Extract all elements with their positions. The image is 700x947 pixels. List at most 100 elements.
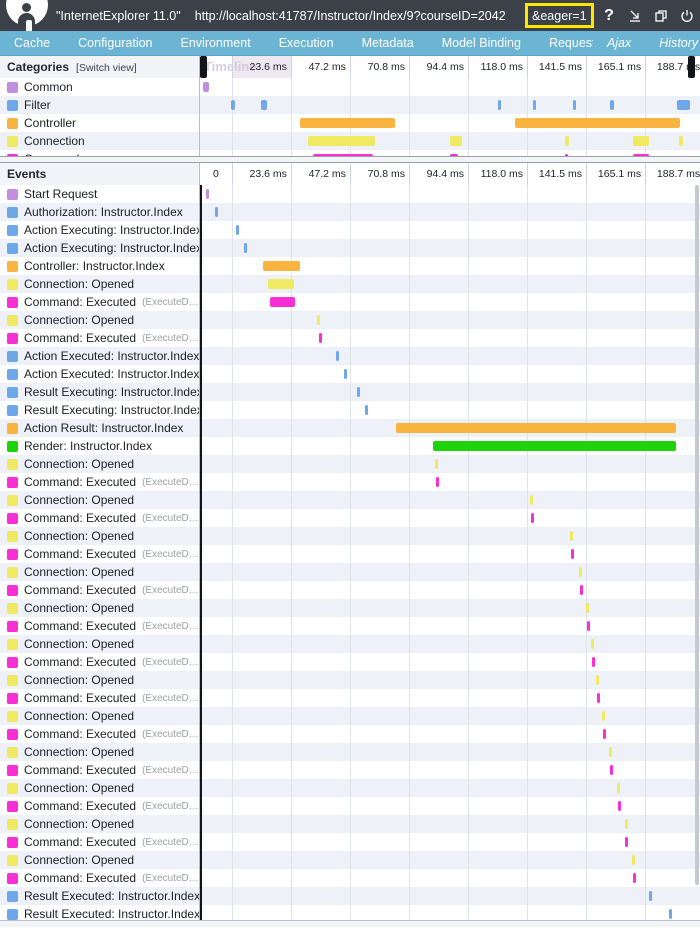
events-scroll-thumb[interactable] <box>695 185 699 885</box>
power-button[interactable] <box>674 9 700 23</box>
event-row[interactable]: Start Request <box>0 185 700 203</box>
event-row[interactable]: Connection: Opened <box>0 851 700 869</box>
event-row[interactable]: Command: Executed (ExecuteDbDat... <box>0 797 700 815</box>
event-bar[interactable] <box>318 333 322 343</box>
event-bar[interactable] <box>316 315 320 325</box>
event-bar[interactable] <box>570 549 574 559</box>
event-bar[interactable] <box>269 297 296 307</box>
event-bar[interactable] <box>596 675 600 685</box>
restore-button[interactable] <box>648 9 674 23</box>
event-bar[interactable] <box>625 837 629 847</box>
event-row[interactable]: Action Executed: Instructor.Index <box>0 365 700 383</box>
event-bar[interactable] <box>236 225 240 235</box>
event-timeline-lane[interactable] <box>200 221 700 239</box>
event-timeline-lane[interactable] <box>200 617 700 635</box>
event-bar[interactable] <box>587 621 591 631</box>
category-bar[interactable] <box>632 136 649 146</box>
event-bar[interactable] <box>569 531 573 541</box>
event-timeline-lane[interactable] <box>200 311 700 329</box>
event-timeline-lane[interactable] <box>200 545 700 563</box>
event-row[interactable]: Command: Executed (ExecuteDbDat... <box>0 329 700 347</box>
event-bar[interactable] <box>624 819 628 829</box>
event-timeline-lane[interactable] <box>200 257 700 275</box>
switch-view-link[interactable]: [Switch view] <box>76 57 137 79</box>
event-bar[interactable] <box>592 657 596 667</box>
event-bar[interactable] <box>214 207 218 217</box>
category-timeline-lane[interactable] <box>200 78 700 96</box>
event-bar[interactable] <box>601 711 605 721</box>
event-row[interactable]: Action Executed: Instructor.Index <box>0 347 700 365</box>
event-bar[interactable] <box>530 495 534 505</box>
event-timeline-lane[interactable] <box>200 779 700 797</box>
event-timeline-lane[interactable] <box>200 473 700 491</box>
event-row[interactable]: Connection: Opened <box>0 635 700 653</box>
tab-bar[interactable]: Cache Configuration Environment Execution Me… <box>0 31 700 56</box>
event-bar[interactable] <box>632 855 636 865</box>
tab-history[interactable]: History <box>645 31 700 55</box>
timeline-right-handle[interactable] <box>688 56 695 78</box>
event-bar[interactable] <box>344 369 348 379</box>
event-timeline-lane[interactable] <box>200 599 700 617</box>
event-row[interactable]: Connection: Opened <box>0 815 700 833</box>
event-row[interactable]: Connection: Opened <box>0 563 700 581</box>
event-row[interactable]: Connection: Opened <box>0 743 700 761</box>
event-timeline-lane[interactable] <box>200 239 700 257</box>
event-timeline-lane[interactable] <box>200 815 700 833</box>
event-timeline-lane[interactable] <box>200 725 700 743</box>
event-timeline-lane[interactable] <box>200 185 700 203</box>
event-timeline-lane[interactable] <box>200 833 700 851</box>
event-timeline-lane[interactable] <box>200 653 700 671</box>
event-row[interactable]: Controller: Instructor.Index <box>0 257 700 275</box>
event-bar[interactable] <box>267 279 295 289</box>
category-bar[interactable] <box>572 100 576 110</box>
category-bar[interactable] <box>202 82 209 92</box>
event-row[interactable]: Action Result: Instructor.Index <box>0 419 700 437</box>
category-bar[interactable] <box>231 100 235 110</box>
category-timeline-lane[interactable] <box>200 132 700 150</box>
tab-ajax[interactable]: Ajax <box>593 31 645 55</box>
events-time-ruler[interactable]: 0 23.6 ms 47.2 ms 70.8 ms 94.4 ms 118.0 ms 141… <box>200 163 700 185</box>
event-row[interactable]: Connection: Opened <box>0 275 700 293</box>
event-bar[interactable] <box>262 261 300 271</box>
event-timeline-lane[interactable] <box>200 419 700 437</box>
help-button[interactable]: ? <box>596 0 622 31</box>
event-row[interactable]: Command: Executed (ExecuteDbDat... <box>0 653 700 671</box>
category-bar[interactable] <box>565 136 569 146</box>
event-row[interactable]: Connection: Opened <box>0 707 700 725</box>
event-row[interactable]: Connection: Opened <box>0 599 700 617</box>
panel-splitter[interactable] <box>0 156 700 163</box>
event-bar[interactable] <box>591 639 595 649</box>
category-row[interactable]: Common <box>0 78 700 96</box>
tab-configuration[interactable]: Configuration <box>64 31 166 55</box>
event-bar[interactable] <box>668 909 672 919</box>
event-row[interactable]: Command: Executed (ExecuteDbDat... <box>0 473 700 491</box>
event-timeline-lane[interactable] <box>200 365 700 383</box>
event-bar[interactable] <box>597 693 601 703</box>
event-bar[interactable] <box>433 441 677 451</box>
event-timeline-lane[interactable] <box>200 293 700 311</box>
event-bar[interactable] <box>531 513 535 523</box>
event-bar[interactable] <box>633 873 637 883</box>
tab-metadata[interactable]: Metadata <box>348 31 428 55</box>
event-row[interactable]: Connection: Opened <box>0 527 700 545</box>
event-bar[interactable] <box>436 477 440 487</box>
categories-time-ruler[interactable]: Timeline 23.6 ms 47.2 ms 70.8 ms 94.4 ms 118… <box>200 56 700 78</box>
event-row[interactable]: Command: Executed (ExecuteDbDat... <box>0 689 700 707</box>
event-timeline-lane[interactable] <box>200 491 700 509</box>
event-row[interactable]: Connection: Opened <box>0 671 700 689</box>
event-bar[interactable] <box>580 585 584 595</box>
event-row[interactable]: Command: Executed (ExecuteDbDat... <box>0 869 700 887</box>
event-timeline-lane[interactable] <box>200 203 700 221</box>
event-row[interactable]: Command: Executed (ExecuteDbDat... <box>0 617 700 635</box>
event-bar[interactable] <box>336 351 340 361</box>
event-bar[interactable] <box>602 729 606 739</box>
event-timeline-lane[interactable] <box>200 401 700 419</box>
event-bar[interactable] <box>205 189 209 199</box>
category-timeline-lane[interactable] <box>200 96 700 114</box>
event-timeline-lane[interactable] <box>200 563 700 581</box>
event-timeline-lane[interactable] <box>200 581 700 599</box>
category-row[interactable]: Connection <box>0 132 700 150</box>
category-bar[interactable] <box>497 100 501 110</box>
timeline-left-handle[interactable] <box>200 56 207 78</box>
category-bar[interactable] <box>307 136 375 146</box>
